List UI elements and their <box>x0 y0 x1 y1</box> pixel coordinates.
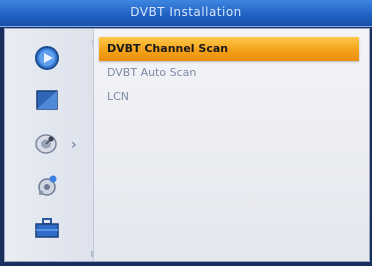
chevron-right-icon: › <box>71 137 77 153</box>
settings-gear-icon[interactable] <box>31 171 63 201</box>
menu-item-lcn[interactable]: LCN <box>99 85 359 109</box>
page-title: DVBT Installation <box>130 5 242 19</box>
picture-icon[interactable] <box>31 85 63 115</box>
scroll-indicator-bottom <box>91 251 93 257</box>
scan-menu-list: DVBT Channel Scan DVBT Auto Scan LCN <box>99 37 359 109</box>
category-sidebar: › <box>5 29 94 261</box>
tv-menu-screen: DVBT Installation › ⁞ DVBT Channel Scan … <box>0 0 372 266</box>
satellite-dish-icon[interactable] <box>31 129 63 159</box>
media-play-icon[interactable] <box>31 43 63 73</box>
menu-item-dvbt-auto-scan[interactable]: DVBT Auto Scan <box>99 61 359 85</box>
scroll-indicator-top: ⁞ <box>91 38 94 47</box>
menu-panel: › ⁞ DVBT Channel Scan DVBT Auto Scan LCN <box>4 28 370 262</box>
menu-item-dvbt-channel-scan[interactable]: DVBT Channel Scan <box>99 37 359 61</box>
toolbox-icon[interactable] <box>31 213 63 243</box>
title-bar: DVBT Installation <box>0 0 372 27</box>
